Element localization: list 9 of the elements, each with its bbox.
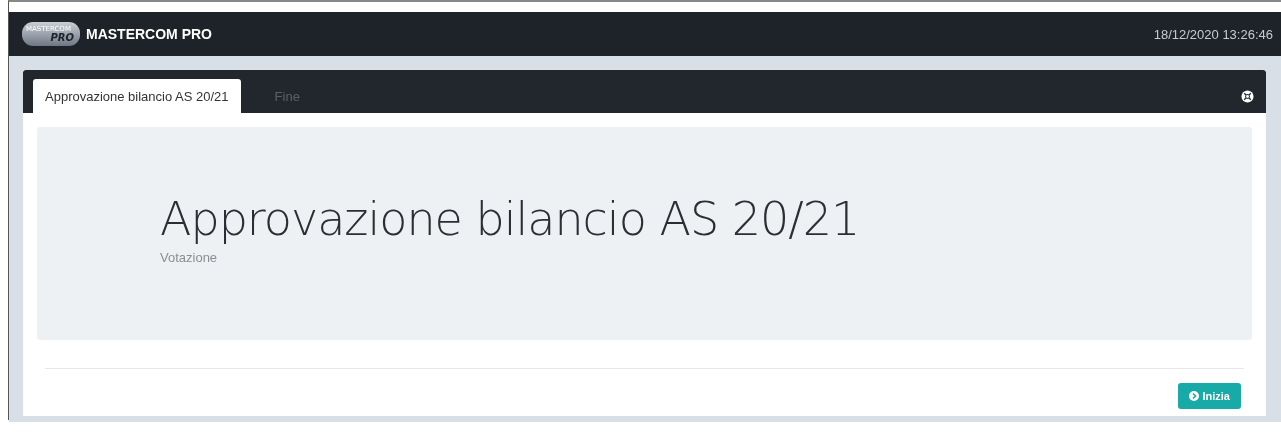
chevron-icon (1189, 391, 1200, 401)
hero-title: Approvazione bilancio AS 20/21 (160, 192, 861, 246)
help-icon[interactable] (1241, 90, 1254, 103)
tab[interactable]: Approvazione bilancio AS 20/21 (33, 79, 241, 113)
start-button[interactable]: Inizia (1178, 383, 1241, 409)
date-time: 18/12/2020 13:26:46 (1153, 26, 1273, 42)
tab[interactable]: Fine (262, 79, 312, 113)
hero-subtitle: Votazione (160, 250, 218, 265)
app-title: MASTERCOM PRO (86, 26, 212, 42)
